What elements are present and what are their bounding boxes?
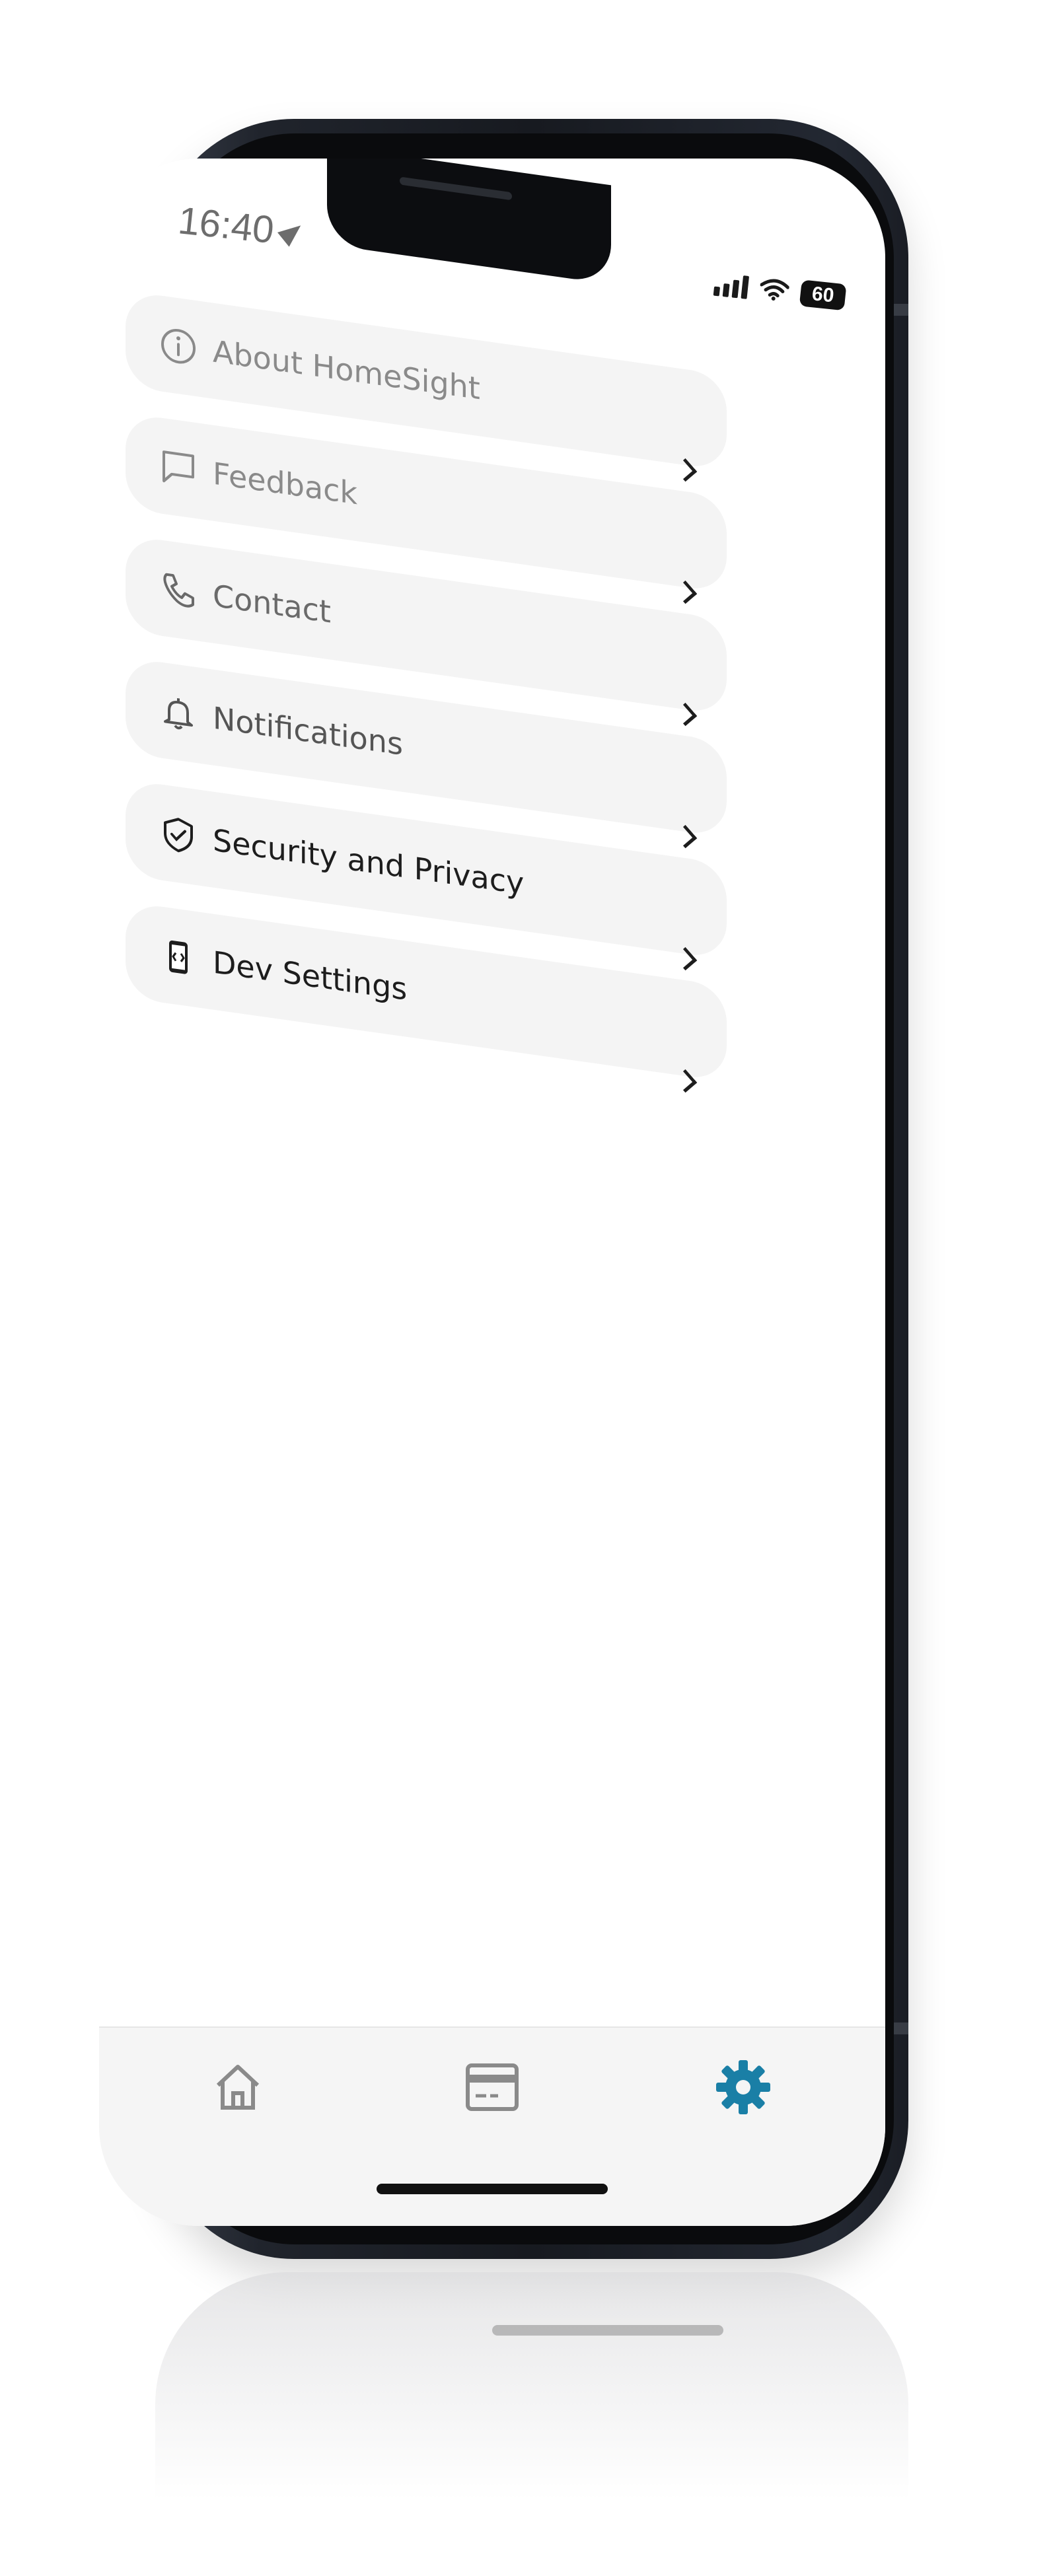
- location-arrow-icon: [277, 218, 307, 247]
- battery-icon: 60: [799, 279, 847, 311]
- shield-check-icon: [159, 812, 198, 857]
- settings-item-label: Dev Settings: [213, 944, 408, 1007]
- info-icon: [159, 324, 198, 369]
- phone-icon: [159, 568, 198, 613]
- home-icon: [216, 2065, 260, 2110]
- gear-icon: [716, 2060, 770, 2114]
- status-time-text: 16:40: [176, 199, 276, 252]
- chevron-right-icon: [673, 580, 698, 604]
- settings-item-label: Notifications: [213, 699, 403, 762]
- dev-phone-icon: [159, 935, 198, 980]
- settings-list: About HomeSight Feedback Contact Notific…: [126, 291, 727, 1108]
- chevron-right-icon: [673, 458, 698, 482]
- status-icons: 60: [713, 271, 847, 311]
- wifi-icon: [760, 279, 790, 301]
- settings-item-label: Feedback: [213, 455, 358, 511]
- bell-icon: [159, 690, 198, 735]
- phone-reflection: [155, 2272, 908, 2576]
- tab-settings[interactable]: [704, 2048, 783, 2127]
- home-indicator[interactable]: [377, 2184, 608, 2194]
- settings-item-label: Security and Privacy: [213, 822, 525, 902]
- tab-card[interactable]: [453, 2048, 532, 2127]
- settings-item-label: About HomeSight: [213, 333, 480, 406]
- tab-home[interactable]: [198, 2048, 277, 2127]
- reflection-home-indicator: [492, 2325, 723, 2336]
- status-time: 16:40: [176, 198, 307, 255]
- chevron-right-icon: [673, 1069, 698, 1093]
- earpiece-speaker: [400, 176, 512, 201]
- message-icon: [159, 446, 198, 491]
- camera-notch: [327, 159, 611, 285]
- cellular-signal-icon: [713, 272, 750, 299]
- screen: 16:40 60 About HomeSight Feedback Contac…: [99, 159, 885, 2226]
- card-icon: [466, 2063, 519, 2111]
- battery-level: 60: [811, 283, 836, 307]
- tab-bar: [99, 2026, 885, 2226]
- stage: 16:40 60 About HomeSight Feedback Contac…: [0, 0, 1057, 2576]
- chevron-right-icon: [673, 702, 698, 727]
- settings-item-label: Contact: [213, 577, 331, 630]
- chevron-right-icon: [673, 824, 698, 849]
- chevron-right-icon: [673, 947, 698, 971]
